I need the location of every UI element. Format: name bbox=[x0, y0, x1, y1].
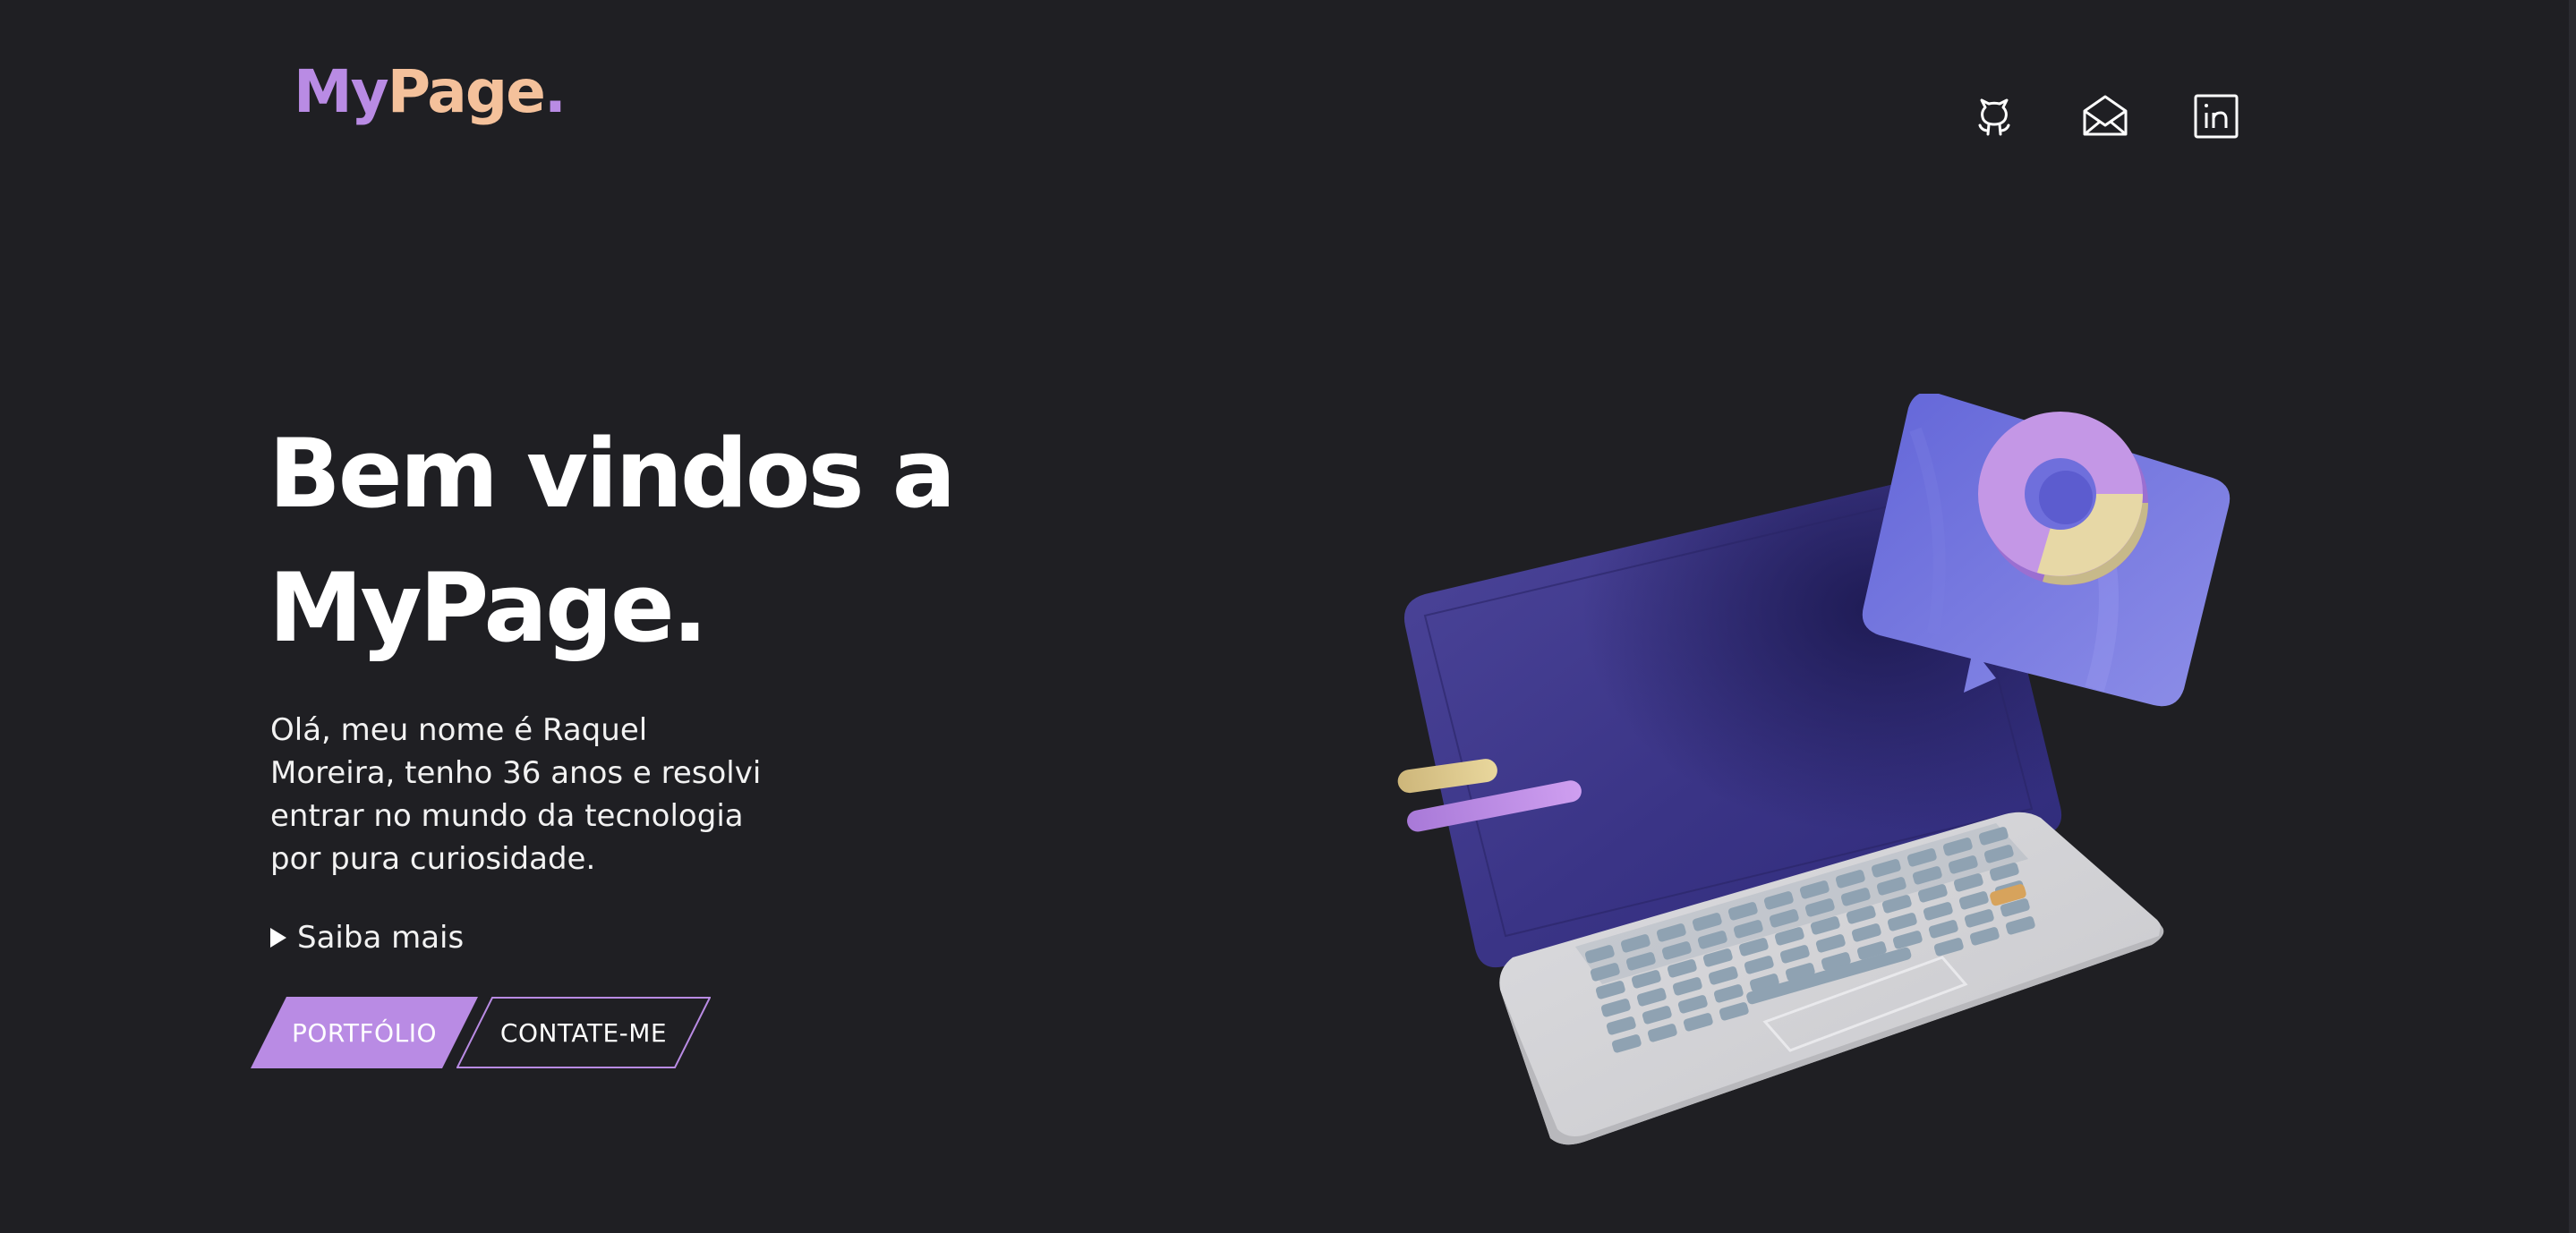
saiba-mais-label: Saiba mais bbox=[297, 920, 465, 956]
contact-button[interactable]: CONTATE-ME bbox=[456, 997, 711, 1068]
logo-my: My bbox=[294, 57, 389, 126]
portfolio-button[interactable]: PORTFÓLIO bbox=[251, 997, 478, 1068]
landing-page: MyPage. Bem vindos a MyPage. Olá, meu no… bbox=[0, 0, 2576, 1233]
site-logo[interactable]: MyPage. bbox=[294, 63, 567, 122]
portfolio-button-label: PORTFÓLIO bbox=[292, 1017, 437, 1048]
laptop-illustration bbox=[1397, 394, 2231, 1145]
triangle-right-icon bbox=[270, 928, 286, 948]
page-title-line2: MyPage. bbox=[269, 553, 708, 663]
linkedin-link[interactable] bbox=[2189, 89, 2243, 143]
email-link[interactable] bbox=[2078, 89, 2132, 143]
intro-text: Olá, meu nome é Raquel Moreira, tenho 36… bbox=[270, 712, 762, 877]
github-link[interactable] bbox=[1967, 89, 2021, 143]
saiba-mais-toggle[interactable]: Saiba mais bbox=[270, 920, 464, 956]
page-title-line1: Bem vindos a bbox=[269, 419, 956, 529]
envelope-icon bbox=[2083, 95, 2128, 136]
github-icon bbox=[1978, 98, 2010, 136]
linkedin-icon bbox=[2194, 94, 2239, 139]
logo-page: Page bbox=[387, 57, 546, 126]
contact-button-label: CONTATE-ME bbox=[499, 1017, 668, 1048]
page-title: Bem vindos a MyPage. bbox=[269, 407, 1164, 676]
logo-dot: . bbox=[543, 57, 567, 126]
